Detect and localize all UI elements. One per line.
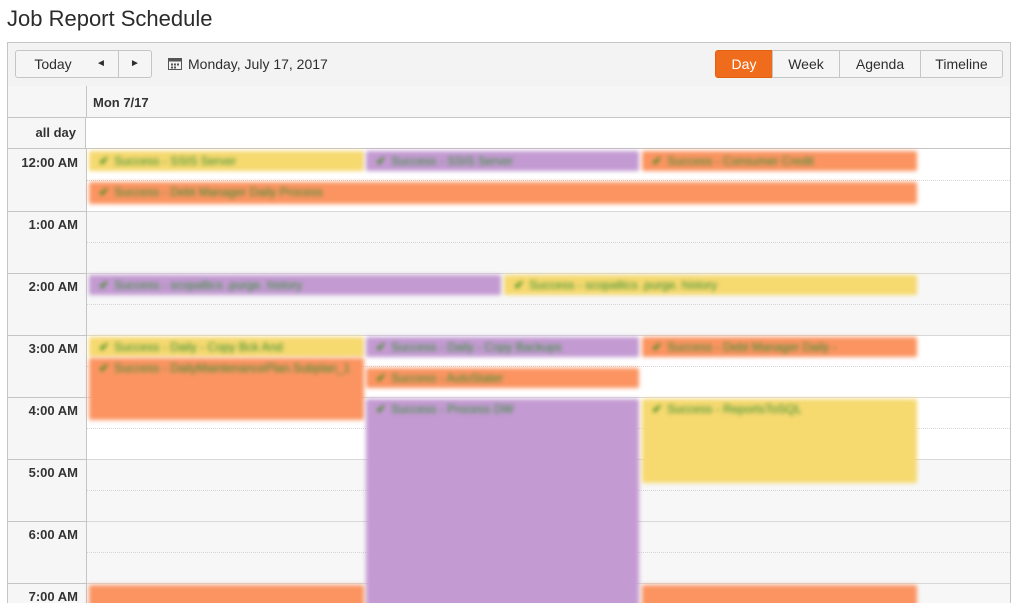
- event-item[interactable]: [89, 585, 364, 603]
- event-item[interactable]: ✔ Success - Debt Manager Daily -: [642, 337, 917, 357]
- time-label: 2:00 AM: [28, 279, 78, 294]
- event-item[interactable]: ✔ Success - Daily - Copy Bck And: [89, 337, 364, 357]
- view-day-button[interactable]: Day: [715, 50, 773, 78]
- calendar-icon: [168, 58, 182, 70]
- hour-line: [87, 273, 1010, 274]
- current-date-selector[interactable]: Monday, July 17, 2017: [168, 50, 328, 78]
- all-day-label: all day: [8, 118, 86, 148]
- time-column: 12:00 AM 1:00 AM 2:00 AM 3:00 AM 4:00 AM…: [8, 149, 87, 603]
- view-week-button[interactable]: Week: [772, 50, 840, 78]
- time-divider: [8, 583, 86, 584]
- all-day-row[interactable]: all day: [8, 118, 1010, 149]
- time-label: 4:00 AM: [28, 403, 78, 418]
- time-label: 6:00 AM: [28, 527, 78, 542]
- current-date-text: Monday, July 17, 2017: [188, 56, 328, 72]
- time-label: 7:00 AM: [28, 589, 78, 603]
- time-label: 1:00 AM: [28, 217, 78, 232]
- time-divider: [8, 397, 86, 398]
- event-item[interactable]: ✔ Success - scopaltics .purge. history: [504, 275, 917, 295]
- checkmark-icon: ✔: [652, 154, 663, 168]
- event-item[interactable]: [642, 585, 917, 603]
- time-label: 12:00 AM: [21, 155, 78, 170]
- hour-line: [87, 335, 1010, 336]
- checkmark-icon: ✔: [99, 185, 110, 199]
- checkmark-icon: ✔: [99, 278, 110, 292]
- event-item[interactable]: ✔ Success - scopaltics .purge. history: [89, 275, 501, 295]
- event-item[interactable]: ✔ Success - SSIS Server: [89, 151, 364, 171]
- view-timeline-button[interactable]: Timeline: [920, 50, 1003, 78]
- event-item[interactable]: ✔ Success - AutoStater: [366, 368, 639, 388]
- arrow-left-icon: ◄: [96, 58, 106, 69]
- checkmark-icon: ✔: [376, 154, 387, 168]
- event-item[interactable]: ✔ Success - ReportsToSQL: [642, 399, 917, 483]
- day-column-header[interactable]: Mon 7/17: [93, 95, 149, 110]
- checkmark-icon: ✔: [99, 361, 110, 375]
- view-switcher: Day Week Agenda Timeline: [715, 50, 1003, 78]
- half-hour-line: [87, 180, 1010, 181]
- time-label: 5:00 AM: [28, 465, 78, 480]
- checkmark-icon: ✔: [376, 402, 387, 416]
- half-hour-line: [87, 304, 1010, 305]
- header-corner: [8, 86, 87, 117]
- page-title: Job Report Schedule: [7, 6, 213, 31]
- checkmark-icon: ✔: [376, 371, 387, 385]
- time-divider: [8, 211, 86, 212]
- day-header-row: Mon 7/17: [8, 86, 1010, 118]
- time-divider: [8, 335, 86, 336]
- view-agenda-button[interactable]: Agenda: [839, 50, 921, 78]
- hour-line: [87, 211, 1010, 212]
- previous-button[interactable]: ◄: [84, 50, 119, 78]
- time-divider: [8, 521, 86, 522]
- next-button[interactable]: ►: [118, 50, 152, 78]
- event-item[interactable]: ✔ Success - Debt Manager Daily Process: [89, 182, 917, 204]
- time-divider: [8, 273, 86, 274]
- event-item[interactable]: ✔ Success - SSIS Server: [366, 151, 639, 171]
- today-button[interactable]: Today: [15, 50, 91, 78]
- arrow-right-icon: ►: [130, 58, 140, 69]
- event-item[interactable]: ✔ Success - DailyMaintenancePlan.Subplan_…: [89, 358, 364, 420]
- checkmark-icon: ✔: [99, 340, 110, 354]
- event-item[interactable]: ✔ Success - Process DW: [366, 399, 639, 603]
- checkmark-icon: ✔: [99, 154, 110, 168]
- checkmark-icon: ✔: [514, 278, 525, 292]
- checkmark-icon: ✔: [376, 340, 387, 354]
- event-item[interactable]: ✔ Success - Consumer Credit: [642, 151, 917, 171]
- event-item[interactable]: ✔ Success - Daily - Copy Backups: [366, 337, 639, 357]
- time-grid[interactable]: 12:00 AM 1:00 AM 2:00 AM 3:00 AM 4:00 AM…: [8, 149, 1010, 603]
- half-hour-line: [87, 242, 1010, 243]
- scheduler-toolbar: Today ◄ ► Monday, July 17, 2017 Day Week…: [8, 43, 1010, 87]
- time-divider: [8, 459, 86, 460]
- time-label: 3:00 AM: [28, 341, 78, 356]
- checkmark-icon: ✔: [652, 340, 663, 354]
- checkmark-icon: ✔: [652, 402, 663, 416]
- scheduler: Today ◄ ► Monday, July 17, 2017 Day Week…: [7, 42, 1011, 603]
